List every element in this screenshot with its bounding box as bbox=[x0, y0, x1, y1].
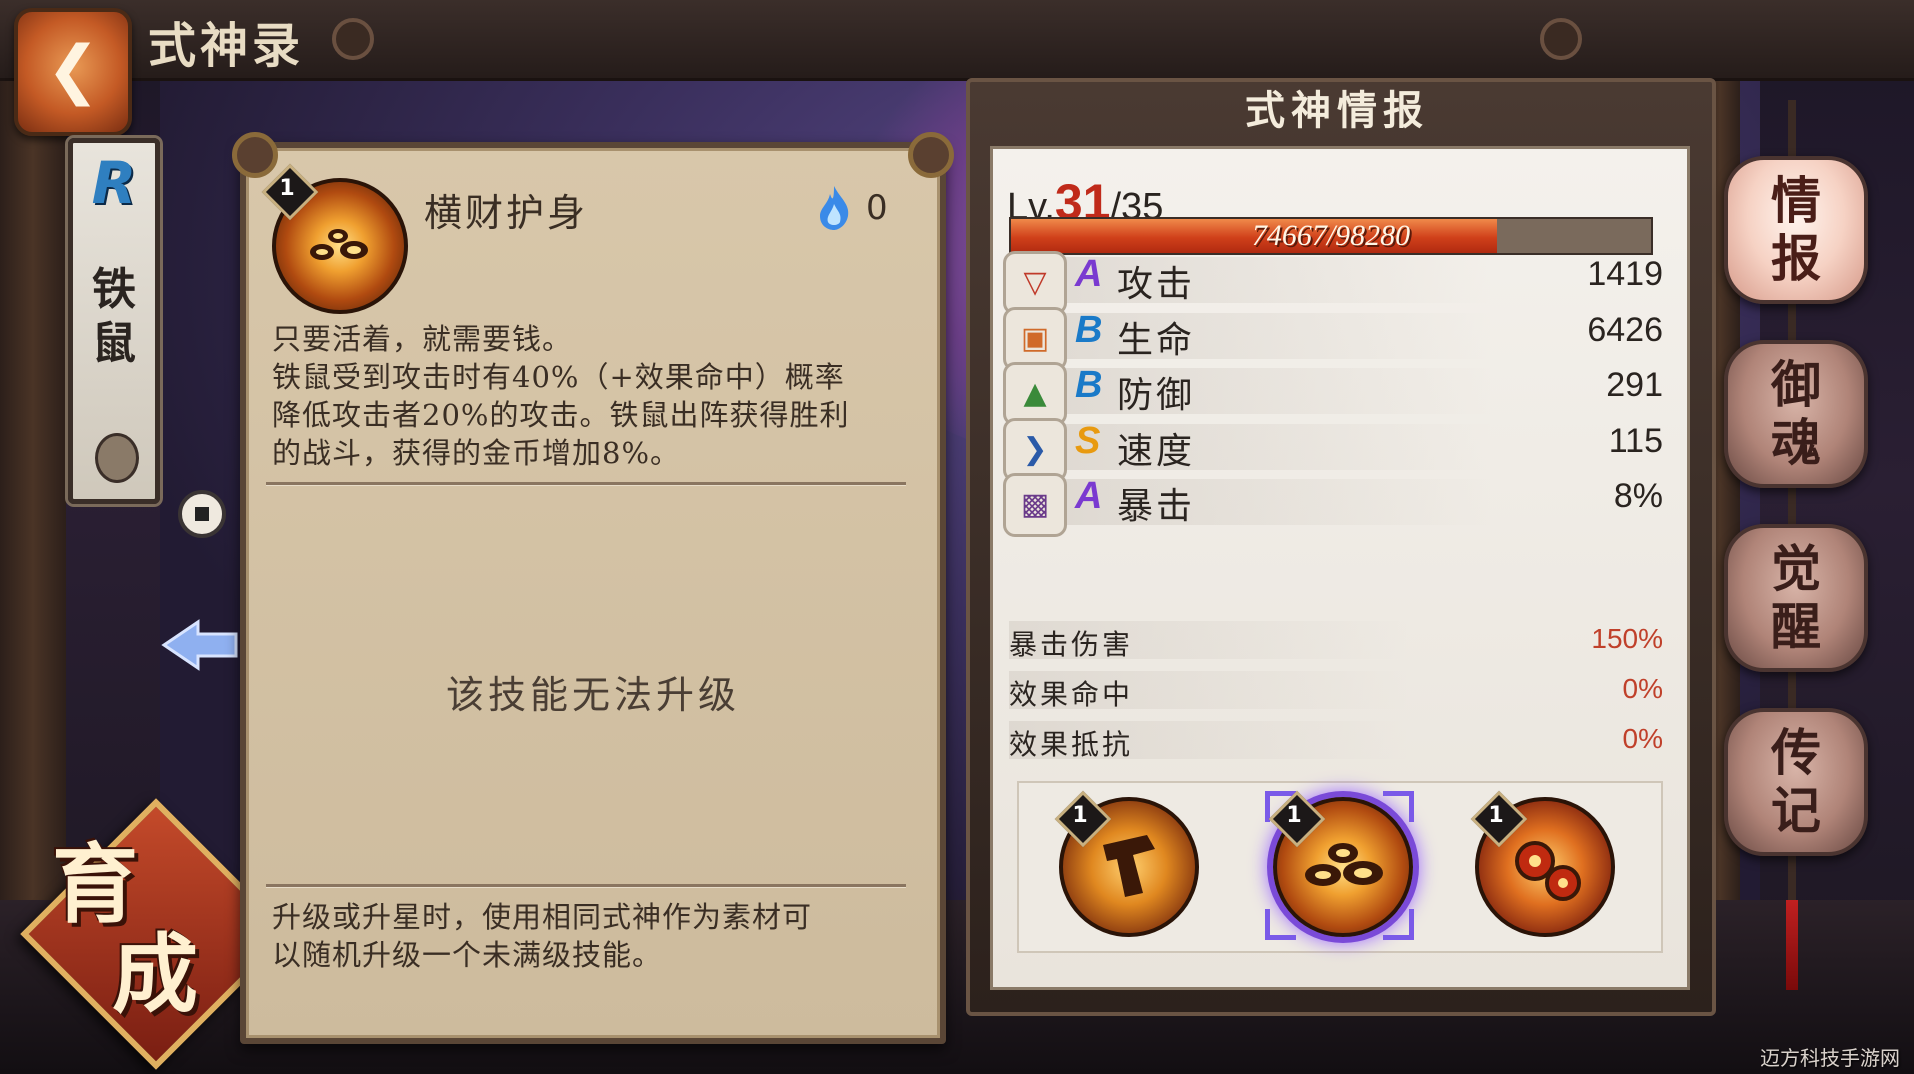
prev-arrow-icon[interactable] bbox=[160, 618, 240, 672]
divider bbox=[266, 482, 906, 486]
divider bbox=[266, 884, 906, 888]
info-panel-title: 式神情报 bbox=[1245, 87, 1429, 134]
stat-label: 暴击 bbox=[1117, 486, 1196, 527]
watermark: 迈方科技手游网 bbox=[1760, 1046, 1900, 1070]
stat-label: 防御 bbox=[1117, 375, 1196, 416]
tab-info[interactable]: 情报 bbox=[1724, 156, 1868, 304]
stat-row: ▽ A 攻击 1419 bbox=[1003, 247, 1663, 315]
back-arrow-icon: ❮ bbox=[46, 33, 100, 107]
stat-row: ▩ A 暴击 8% bbox=[1003, 469, 1663, 537]
skill-level-number: 1 bbox=[1488, 803, 1504, 828]
coin-icon bbox=[178, 490, 226, 538]
corner-ornament-icon bbox=[908, 132, 954, 178]
skill-level-number: 1 bbox=[1072, 803, 1088, 828]
selection-bracket bbox=[1383, 909, 1414, 940]
sub-stat-value: 0% bbox=[1622, 723, 1663, 754]
tab-biography[interactable]: 传记 bbox=[1724, 708, 1868, 856]
tassel-icon bbox=[1786, 900, 1798, 990]
stat-value: 8% bbox=[1613, 477, 1663, 515]
tab-soul[interactable]: 御魂 bbox=[1724, 340, 1868, 488]
sub-stat-label: 暴击伤害 bbox=[1009, 628, 1134, 661]
upgrade-tip: 升级或升星时，使用相同式神作为素材可 以随机升级一个未满级技能。 bbox=[272, 900, 813, 972]
stat-row: ▣ B 生命 6426 bbox=[1003, 303, 1663, 371]
character-name: 铁 鼠 bbox=[92, 264, 136, 369]
rarity-badge: R bbox=[91, 149, 137, 217]
skill-level-number: 1 bbox=[279, 176, 295, 201]
sub-stat-label: 效果抵抗 bbox=[1009, 728, 1134, 761]
info-card: Lv.31/35 74667/98280 ▽ A 攻击 1419 ▣ B 生命 6426 ▲ B 防… bbox=[990, 146, 1690, 990]
skill-description: 只要活着，就需要钱。 铁鼠受到攻击时有40%（+效果命中）概率 降低攻击者20%… bbox=[272, 322, 850, 470]
no-upgrade-message: 该技能无法升级 bbox=[445, 673, 740, 717]
sub-stat-row: 效果抵抗 0% bbox=[1009, 717, 1663, 763]
stat-row: ▲ B 防御 291 bbox=[1003, 358, 1663, 426]
stat-row: ❯ S 速度 115 bbox=[1003, 414, 1663, 482]
stat-grade: A bbox=[1075, 475, 1103, 517]
selection-bracket bbox=[1383, 791, 1414, 822]
fire-cost: 0 bbox=[866, 188, 888, 228]
stat-value: 115 bbox=[1608, 421, 1663, 460]
stat-grade: S bbox=[1075, 419, 1101, 462]
skill-name: 横财护身 bbox=[424, 191, 589, 235]
character-plaque[interactable]: R 铁 鼠 bbox=[68, 138, 160, 504]
stat-grade: B bbox=[1075, 308, 1103, 351]
wooden-pillar bbox=[0, 80, 66, 900]
stat-grade: A bbox=[1075, 253, 1103, 295]
back-button[interactable]: ❮ bbox=[14, 8, 132, 136]
sub-stat-value: 150% bbox=[1591, 623, 1663, 654]
talisman-icon: ▩ bbox=[1003, 473, 1067, 537]
selection-bracket bbox=[1265, 909, 1296, 940]
sub-stat-row: 暴击伤害 150% bbox=[1009, 617, 1663, 663]
skill-detail-panel: 1 横财护身 0 只要活着，就需要钱。 铁鼠受到攻击时有40%（+效果命中）概率… bbox=[240, 142, 946, 1044]
stat-label: 生命 bbox=[1117, 319, 1196, 361]
ornament-icon bbox=[1540, 18, 1582, 60]
stat-label: 攻击 bbox=[1117, 264, 1196, 305]
nurture-label: 育 成 bbox=[52, 834, 198, 1025]
tab-awaken[interactable]: 觉醒 bbox=[1724, 524, 1868, 672]
sub-stat-value: 0% bbox=[1622, 673, 1663, 704]
stat-grade: B bbox=[1075, 364, 1103, 406]
skill-tray: 1 1 1 bbox=[1017, 781, 1663, 953]
stat-value: 1419 bbox=[1587, 255, 1663, 293]
ornament-icon bbox=[332, 18, 374, 60]
knot-icon bbox=[95, 433, 139, 483]
skill-level-number: 1 bbox=[1286, 803, 1302, 828]
stat-label: 速度 bbox=[1117, 430, 1196, 472]
sub-stat-row: 效果命中 0% bbox=[1009, 667, 1663, 713]
page-title: 式神录 bbox=[148, 18, 305, 74]
stat-value: 291 bbox=[1606, 366, 1663, 404]
stat-value: 6426 bbox=[1587, 310, 1663, 349]
ghost-fire-icon bbox=[820, 186, 849, 230]
sub-stat-label: 效果命中 bbox=[1009, 678, 1134, 711]
corner-ornament-icon bbox=[232, 132, 278, 178]
